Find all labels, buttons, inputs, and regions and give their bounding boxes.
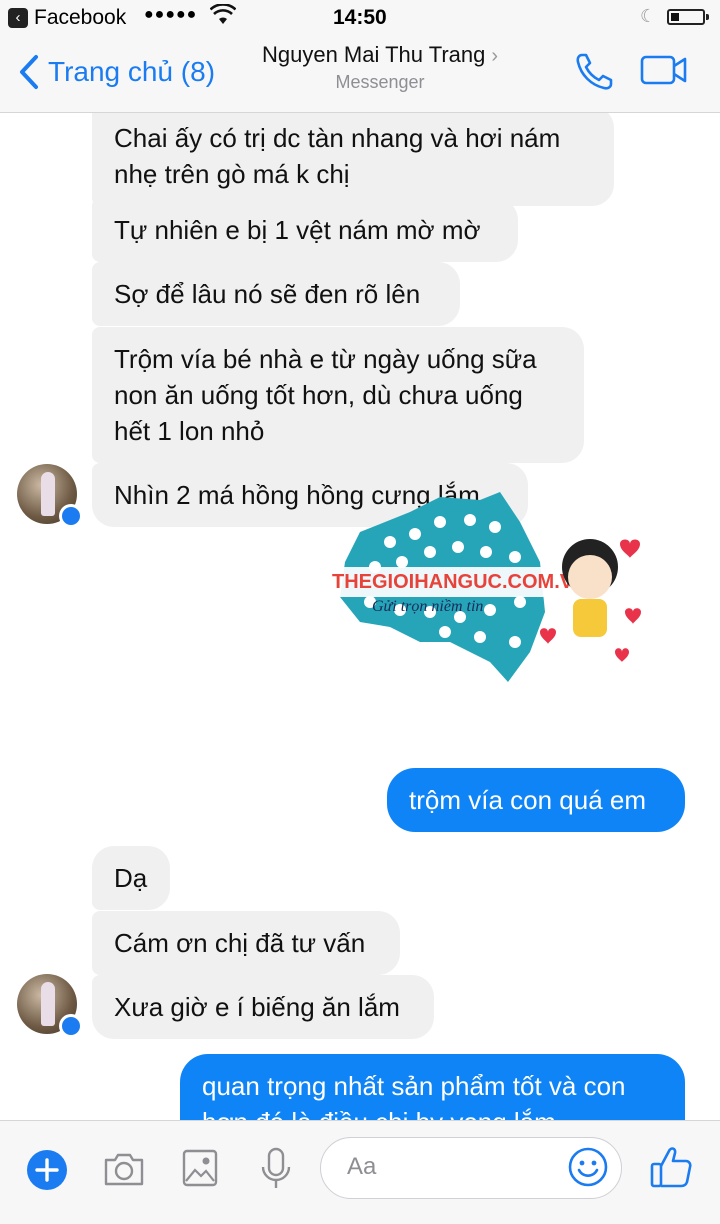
do-not-disturb-icon: ☾ xyxy=(640,6,657,26)
back-button-label: Trang chủ (8) xyxy=(48,56,216,87)
back-button[interactable]: Trang chủ (8) xyxy=(18,54,215,90)
video-call-button[interactable] xyxy=(640,54,688,91)
incoming-message[interactable]: Trộm vía bé nhà e từ ngày uống sữa non ă… xyxy=(92,327,584,463)
battery-icon xyxy=(667,9,705,25)
emoji-icon xyxy=(568,1147,608,1187)
emoji-button[interactable] xyxy=(567,1146,609,1193)
sticker-image[interactable]: THEGIOIHANGUC.COM.VN Gửi trọn niềm tin xyxy=(330,492,650,692)
back-app-label: Facebook xyxy=(34,6,127,29)
more-actions-button[interactable] xyxy=(26,1149,68,1196)
thumbs-up-icon xyxy=(650,1147,692,1188)
clock: 14:50 xyxy=(333,6,387,29)
chevron-left-icon xyxy=(20,55,38,89)
conversation-header: Trang chủ (8) Nguyen Mai Thu Trang › Mess… xyxy=(0,36,720,113)
sticker-slogan: Gửi trọn niềm tin xyxy=(372,598,483,615)
messenger-badge-icon xyxy=(59,504,83,528)
incoming-message[interactable]: Tự nhiên e bị 1 vệt nám mờ mờ xyxy=(92,198,518,262)
outgoing-message[interactable]: quan trọng nhất sản phẩm tốt và con hơn … xyxy=(180,1054,685,1120)
camera-button[interactable] xyxy=(102,1151,146,1192)
phone-icon xyxy=(576,53,613,90)
message-list[interactable]: Chai ấy có trị dc tàn nhang và hơi nám n… xyxy=(0,112,720,1120)
wifi-icon xyxy=(209,3,237,32)
message-input-placeholder: Aa xyxy=(347,1153,377,1180)
contact-avatar[interactable] xyxy=(17,464,83,528)
incoming-message[interactable]: Dạ xyxy=(92,846,170,910)
contact-title[interactable]: Nguyen Mai Thu Trang › Messenger xyxy=(230,42,530,93)
phone-call-button[interactable] xyxy=(572,50,616,99)
incoming-message[interactable]: Xưa giờ e í biếng ăn lắm xyxy=(92,975,434,1039)
contact-name: Nguyen Mai Thu Trang xyxy=(261,42,486,67)
plus-icon xyxy=(27,1150,67,1190)
video-icon xyxy=(640,55,687,85)
like-button[interactable] xyxy=(650,1145,692,1194)
signal-strength-icon: ●●●●● xyxy=(144,6,198,23)
composer-toolbar: Aa xyxy=(0,1120,720,1224)
chevron-right-icon: › xyxy=(491,45,499,67)
outgoing-message[interactable]: trộm vía con quá em xyxy=(387,768,685,832)
messenger-badge-icon xyxy=(59,1014,83,1038)
image-icon xyxy=(182,1149,218,1187)
camera-icon xyxy=(104,1153,144,1186)
microphone-icon xyxy=(261,1147,291,1188)
incoming-message[interactable]: Sợ để lâu nó sẽ đen rõ lên xyxy=(92,262,460,326)
incoming-message[interactable]: Cám ơn chị đã tư vấn xyxy=(92,911,400,975)
sticker-map-icon: THEGIOIHANGUC.COM.VN Gửi trọn niềm tin xyxy=(330,492,641,682)
incoming-message[interactable]: Chai ấy có trị dc tàn nhang và hơi nám n… xyxy=(92,112,614,206)
gallery-button[interactable] xyxy=(182,1149,218,1192)
battery-tip xyxy=(706,14,709,20)
voice-clip-button[interactable] xyxy=(260,1147,292,1196)
status-bar: ‹ Facebook ●●●●● 14:50 ☾ xyxy=(0,0,720,36)
contact-subtitle: Messenger xyxy=(335,72,425,92)
sticker-brand: THEGIOIHANGUC.COM.VN xyxy=(332,571,588,593)
contact-avatar[interactable] xyxy=(17,974,83,1038)
message-input[interactable]: Aa xyxy=(320,1137,622,1199)
back-app-icon: ‹ xyxy=(8,8,28,28)
back-to-app[interactable]: ‹ Facebook xyxy=(8,6,126,30)
